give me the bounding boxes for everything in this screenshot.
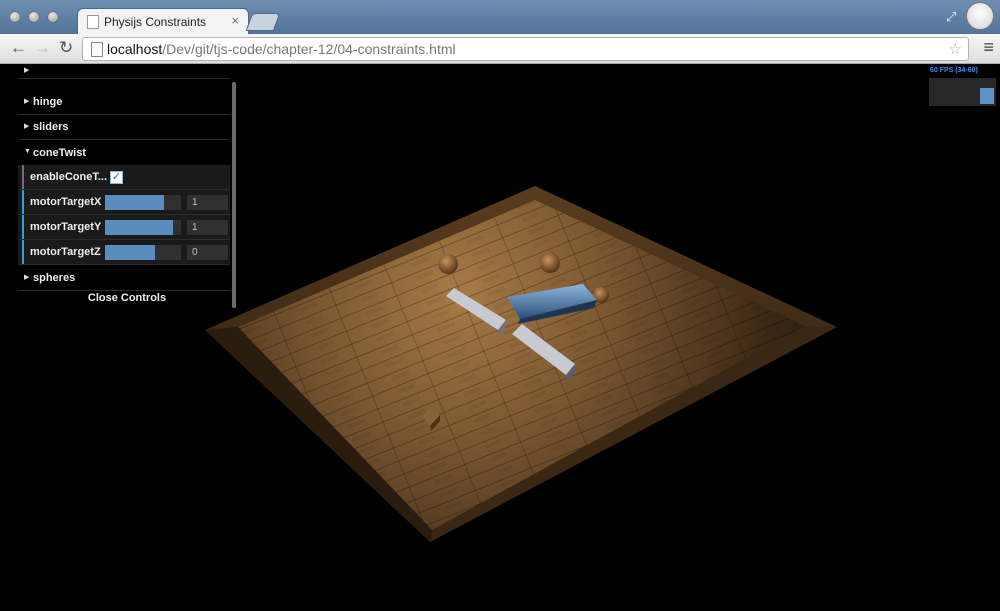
zoom-window-button[interactable] bbox=[47, 11, 59, 23]
control-type-bar bbox=[22, 215, 24, 239]
back-icon[interactable]: ← bbox=[10, 39, 27, 57]
slider-fill bbox=[105, 220, 174, 235]
page-icon bbox=[91, 42, 103, 57]
control-motor-target-z: motorTargetZ 0 bbox=[18, 240, 230, 265]
folder-arrow-icon: ▶ bbox=[24, 67, 30, 74]
close-controls-button[interactable]: Close Controls bbox=[18, 292, 236, 308]
folder-arrow-icon: ▶ bbox=[24, 98, 30, 105]
folder-label: coneTwist bbox=[33, 147, 86, 159]
url-text: localhost/Dev/git/tjs-code/chapter-12/04… bbox=[107, 41, 456, 57]
fps-stats[interactable]: 60 FPS (34-60) bbox=[928, 66, 998, 106]
fullscreen-icon[interactable]: ⤢ bbox=[946, 9, 960, 24]
reload-icon[interactable]: ↻ bbox=[59, 39, 73, 57]
motor-target-z-input[interactable]: 0 bbox=[187, 245, 228, 260]
menu-icon[interactable]: ≡ bbox=[983, 38, 994, 56]
page-favicon-icon bbox=[87, 15, 99, 29]
control-type-bar bbox=[22, 190, 24, 214]
control-motor-target-y: motorTargetY 1 bbox=[18, 215, 230, 240]
folder-spheres[interactable]: ▶ spheres bbox=[18, 266, 230, 291]
control-label: motorTargetZ bbox=[30, 246, 101, 258]
slider-fill bbox=[105, 195, 164, 210]
floor-plank-pattern bbox=[238, 200, 805, 530]
sphere-right bbox=[540, 253, 560, 273]
minimize-window-button[interactable] bbox=[28, 11, 40, 23]
address-bar[interactable]: localhost/Dev/git/tjs-code/chapter-12/04… bbox=[82, 37, 969, 61]
folder-label: spheres bbox=[33, 272, 76, 284]
folder-conetwist[interactable]: ▼ coneTwist bbox=[18, 141, 230, 166]
folder-arrow-icon: ▼ bbox=[24, 148, 31, 155]
browser-tab[interactable]: Physijs Constraints × bbox=[78, 9, 248, 34]
motor-target-x-input[interactable]: 1 bbox=[187, 195, 228, 210]
motor-target-y-slider[interactable] bbox=[105, 220, 181, 235]
folder-hinge[interactable]: ▶ hinge bbox=[18, 90, 230, 115]
control-label: enableConeT... bbox=[30, 171, 108, 183]
fps-graph bbox=[929, 78, 996, 106]
control-type-bar bbox=[22, 165, 24, 189]
fps-text: 60 FPS (34-60) bbox=[930, 67, 978, 74]
profile-avatar-icon[interactable] bbox=[966, 2, 994, 30]
folder-arrow-icon: ▶ bbox=[24, 274, 30, 281]
control-label: motorTargetY bbox=[30, 221, 102, 233]
folder-collapsed-top[interactable]: ▶ bbox=[18, 64, 230, 79]
fps-graph-bar bbox=[980, 88, 994, 104]
url-host: localhost bbox=[107, 41, 163, 57]
enable-cone-twist-checkbox[interactable]: ✓ bbox=[110, 171, 123, 184]
forward-icon[interactable]: → bbox=[34, 39, 51, 57]
folder-label: hinge bbox=[33, 96, 63, 108]
folder-sliders[interactable]: ▶ sliders bbox=[18, 115, 230, 140]
controls-panel: ▶ ▶ hinge ▶ sliders ▼ coneTwist enableCo… bbox=[18, 64, 236, 309]
control-type-bar bbox=[22, 240, 24, 264]
bookmark-star-icon[interactable]: ☆ bbox=[949, 40, 962, 58]
sphere-left bbox=[438, 254, 458, 274]
control-enable-cone-twist: enableConeT... ✓ bbox=[18, 165, 230, 190]
title-bar: Physijs Constraints × ⤢ bbox=[0, 0, 1000, 34]
new-tab-button[interactable] bbox=[247, 14, 279, 30]
tab-close-icon[interactable]: × bbox=[231, 13, 239, 28]
motor-target-z-slider[interactable] bbox=[105, 245, 181, 260]
motor-target-x-slider[interactable] bbox=[105, 195, 181, 210]
folder-label: sliders bbox=[33, 121, 69, 133]
tab-title: Physijs Constraints bbox=[104, 15, 207, 29]
control-label: motorTargetX bbox=[30, 196, 102, 208]
url-path: /Dev/git/tjs-code/chapter-12/04-constrai… bbox=[162, 41, 456, 57]
close-window-button[interactable] bbox=[9, 11, 21, 23]
motor-target-y-input[interactable]: 1 bbox=[187, 220, 228, 235]
slider-fill bbox=[105, 245, 156, 260]
browser-toolbar: ← → ↻ localhost/Dev/git/tjs-code/chapter… bbox=[0, 34, 1000, 64]
controls-scrollbar[interactable] bbox=[232, 82, 236, 308]
folder-arrow-icon: ▶ bbox=[24, 123, 30, 130]
control-motor-target-x: motorTargetX 1 bbox=[18, 190, 230, 215]
